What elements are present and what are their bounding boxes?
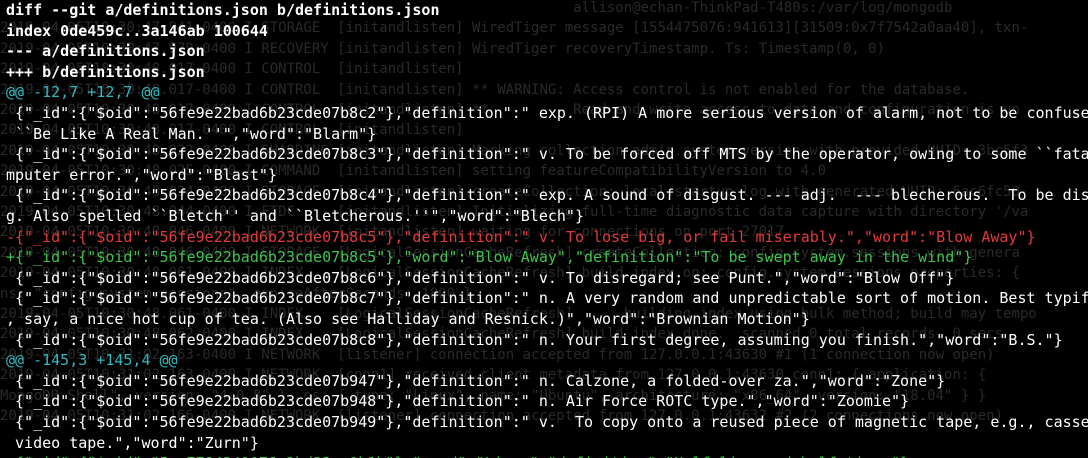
diff-new-file-line: +++ b/definitions.json xyxy=(6,62,205,81)
diff-context-line: video tape.","word":"Zurn"} xyxy=(6,433,259,452)
diff-added-line: +{"_id":{"$oid":"56fe9e22bad6b23cde07b8c… xyxy=(6,248,973,267)
diff-added-line: +{"_id":{"$oid":"5ca7784349076 2bd33ac0b… xyxy=(6,453,909,458)
diff-hunk-header: @@ -145,3 +145,4 @@ xyxy=(6,351,178,370)
diff-old-file-line: --- a/definitions.json xyxy=(6,42,205,61)
diff-context-line: {"_id":{"$oid":"56fe9e22bad6b23cde07b8c4… xyxy=(6,186,1088,205)
diff-command-line: diff --git a/definitions.json b/definiti… xyxy=(6,1,440,19)
diff-hunk-header: @@ -12,7 +12,7 @@ xyxy=(6,83,160,102)
diff-context-line: , say, a nice hot cup of tea. (Also see … xyxy=(6,310,810,328)
diff-context-line: {"_id":{"$oid":"56fe9e22bad6b23cde07b8c7… xyxy=(6,289,1088,308)
diff-context-line: {"_id":{"$oid":"56fe9e22bad6b23cde07b8c8… xyxy=(6,330,1063,349)
diff-context-line: mputer error.","word":"Blast"} xyxy=(6,165,277,184)
diff-context-line: {"_id":{"$oid":"56fe9e22bad6b23cde07b948… xyxy=(6,392,910,411)
git-diff-output: diff --git a/definitions.json b/definiti… xyxy=(0,0,1088,458)
diff-context-line: g. Also spelled ``Bletch'' and ``Bletche… xyxy=(6,207,584,225)
diff-context-line: {"_id":{"$oid":"56fe9e22bad6b23cde07b949… xyxy=(6,413,1088,431)
diff-context-line: ``Be Like A Real Man.''","word":"Blarm"} xyxy=(6,124,377,143)
diff-deleted-line: -{"_id":{"$oid":"56fe9e22bad6b23cde07b8c… xyxy=(6,227,1036,246)
diff-context-line: {"_id":{"$oid":"56fe9e22bad6b23cde07b8c3… xyxy=(6,145,1088,164)
diff-context-line: {"_id":{"$oid":"56fe9e22bad6b23cde07b8c2… xyxy=(6,104,1088,122)
terminal-window[interactable]: allison@echan-ThinkPad-T480s:/var/log/mo… xyxy=(0,0,1088,458)
diff-context-line: {"_id":{"$oid":"56fe9e22bad6b23cde07b947… xyxy=(6,371,946,390)
diff-context-line: {"_id":{"$oid":"56fe9e22bad6b23cde07b8c6… xyxy=(6,268,955,287)
diff-index-line: index 0de459c..3a146ab 100644 xyxy=(6,21,268,40)
